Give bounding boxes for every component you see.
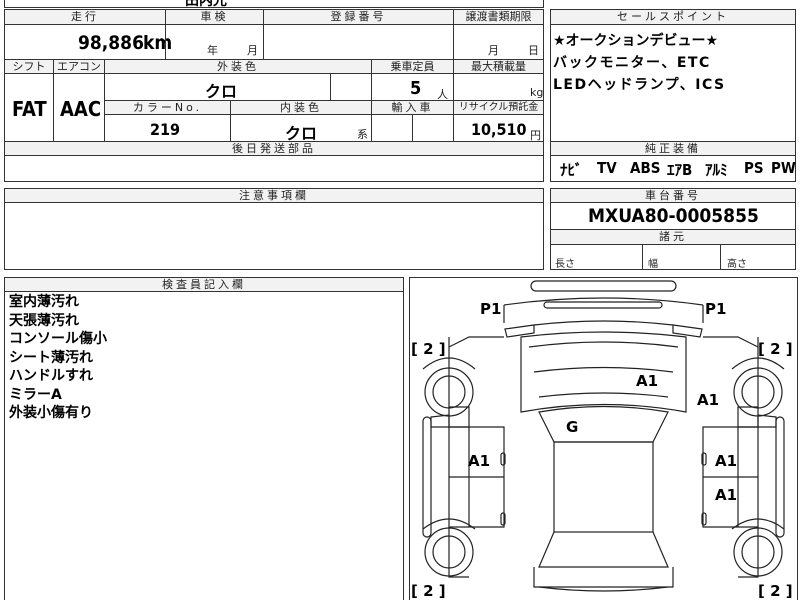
inspection-month-unit: 月 — [247, 44, 258, 57]
chassis-label: 車台番号 — [550, 188, 796, 203]
sales-point-line-3: LEDヘッドランプ、ICS — [553, 77, 726, 93]
caution-cell — [4, 202, 544, 270]
car-diagram — [422, 280, 785, 592]
mark-a1-door-right-front: A1 — [715, 452, 738, 470]
import-cell-b — [412, 114, 454, 142]
inspector-notes-list: 室内薄汚れ 天張薄汚れ コンソール傷小 シート薄汚れ ハンドルすれ ミラーA 外… — [9, 293, 107, 423]
equipment-item-pw: PW — [771, 159, 796, 177]
note-line-7: 外装小傷有り — [9, 405, 93, 421]
transfer-day-unit: 日 — [528, 44, 539, 57]
note-line-3: コンソール傷小 — [9, 331, 107, 347]
aircon-label: エアコン — [53, 59, 105, 74]
mark-a1-fender-right: A1 — [697, 391, 720, 409]
chassis-value: MXUA80-0005855 — [588, 205, 759, 227]
note-line-1: 室内薄汚れ — [9, 294, 79, 310]
tire-rear-left: [ 2 ] — [411, 582, 446, 600]
tire-front-right: [ 2 ] — [758, 340, 793, 358]
height-label: 高さ — [727, 259, 747, 270]
color-no-value: 219 — [150, 120, 181, 139]
mileage-label: 走行 — [4, 9, 166, 25]
mark-g-windshield: G — [566, 418, 579, 436]
equipment-label: 純正装備 — [550, 141, 796, 156]
shift-value: FAT — [12, 97, 47, 121]
equipment-item-ps: PS — [744, 159, 764, 177]
mark-p1-left: P1 — [480, 300, 502, 318]
equipment-item-alloy: ｱﾙﾐ — [705, 161, 728, 179]
dimensions-label: 諸元 — [550, 229, 796, 245]
equipment-item-navi: ﾅﾋﾞ — [560, 161, 583, 179]
equipment-item-tv: TV — [597, 159, 617, 177]
shift-label: シフト — [4, 59, 54, 74]
max-load-label: 最大積載量 — [453, 59, 544, 74]
top-cut-strip — [4, 0, 544, 8]
sales-point-line-2: バックモニター、ETC — [553, 55, 711, 71]
recycle-label: リサイクル預託金 — [453, 100, 544, 115]
tire-front-left: [ 2 ] — [411, 340, 446, 358]
interior-color-label: 内装色 — [230, 100, 372, 115]
import-cell-a — [371, 114, 413, 142]
note-line-4: シート薄汚れ — [9, 349, 93, 366]
inspection-label: 車検 — [165, 9, 264, 25]
import-label: 輸入車 — [371, 100, 454, 115]
mark-p1-right: P1 — [705, 300, 727, 318]
inspection-year-unit: 年 — [207, 44, 218, 57]
load-unit: kg — [530, 86, 544, 99]
tire-rear-right: [ 2 ] — [758, 582, 793, 600]
mileage-value: 98,886 — [78, 32, 144, 54]
registration-cell — [263, 24, 454, 60]
mark-a1-door-left: A1 — [468, 452, 491, 470]
color-no-label: カラーNo. — [104, 100, 231, 115]
mark-a1-door-right-rear: A1 — [715, 486, 738, 504]
inspector-notes-label: 検査員記入欄 — [4, 277, 404, 292]
caution-label: 注意事項欄 — [4, 188, 544, 203]
later-parts-label: 後日発送部品 — [4, 141, 544, 156]
recycle-value: 10,510 — [471, 120, 527, 139]
exterior-color-value: クロ — [205, 82, 238, 101]
note-line-5: ハンドルすれ — [9, 368, 93, 384]
note-line-6: ミラーA — [9, 386, 62, 403]
mark-a1-hood: A1 — [636, 372, 659, 390]
equipment-item-airbag: ｴｱB — [667, 161, 693, 179]
transfer-deadline-label: 譲渡書類期限 — [453, 9, 544, 25]
equipment-item-abs: ABS — [630, 159, 661, 177]
sales-point-line-1: ★オークションデビュー★ — [553, 33, 719, 49]
sales-points-label: セールスポイント — [550, 9, 796, 25]
length-label: 長さ — [555, 259, 575, 270]
interior-color-suffix: 系 — [357, 128, 368, 141]
width-label: 幅 — [648, 259, 658, 270]
aircon-value: AAC — [60, 97, 102, 121]
note-line-2: 天張薄汚れ — [9, 312, 79, 329]
transfer-month-unit: 月 — [488, 44, 499, 57]
exterior-color-extra-cell — [330, 73, 372, 101]
later-parts-cell — [4, 155, 544, 182]
capacity-label: 乗車定員 — [371, 59, 454, 74]
capacity-value: 5 — [410, 78, 422, 99]
exterior-color-label: 外装色 — [104, 59, 372, 74]
registration-label: 登録番号 — [263, 9, 454, 25]
